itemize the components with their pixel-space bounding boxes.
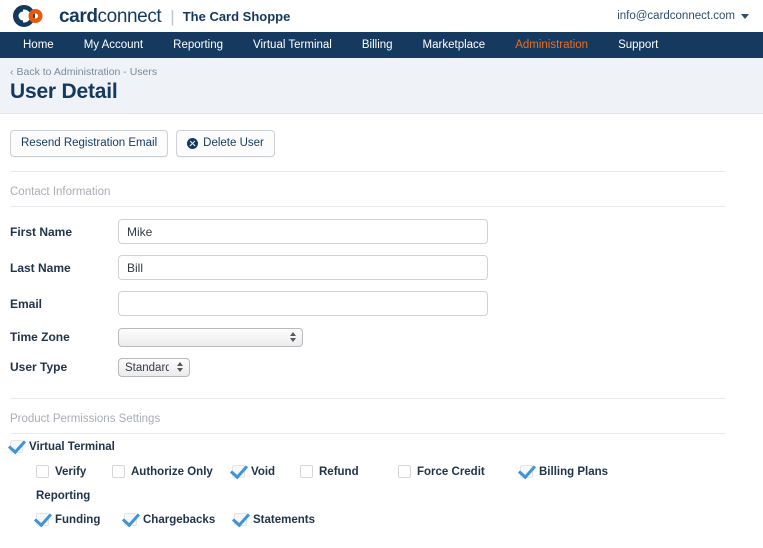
first-name-input[interactable] bbox=[118, 219, 488, 244]
email-input[interactable] bbox=[118, 291, 488, 316]
nav-item-home[interactable]: Home bbox=[8, 32, 69, 58]
timezone-select-wrap bbox=[118, 327, 303, 347]
timezone-row: Time Zone bbox=[10, 327, 725, 347]
checkbox-virtual-terminal[interactable]: Virtual Terminal bbox=[10, 440, 115, 453]
checkbox-funding-label: Funding bbox=[55, 513, 101, 526]
resend-registration-email-button[interactable]: Resend Registration Email bbox=[10, 130, 169, 157]
contact-information-form: First Name Last Name Email Time Zone Use… bbox=[10, 207, 725, 377]
brand-divider: | bbox=[170, 6, 175, 26]
checkbox-verify-label: Verify bbox=[55, 465, 87, 478]
usertype-row: User Type Standard bbox=[10, 358, 725, 377]
checkbox-void-label: Void bbox=[251, 465, 276, 478]
nav-item-administration[interactable]: Administration bbox=[500, 32, 603, 58]
nav-item-billing[interactable]: Billing bbox=[347, 32, 408, 58]
x-circle-icon bbox=[187, 137, 199, 149]
checkbox-verify[interactable]: Verify bbox=[36, 465, 102, 478]
account-menu[interactable]: info@cardconnect.com bbox=[617, 10, 749, 22]
virtual-terminal-child-permissions: Verify Authorize Only Void Refund Force … bbox=[10, 465, 725, 478]
checkbox-authorize-only-label: Authorize Only bbox=[131, 465, 213, 478]
breadcrumb-back-link[interactable]: ‹ Back to Administration - Users bbox=[10, 66, 763, 78]
email-label: Email bbox=[10, 296, 43, 311]
unchecked-box-icon bbox=[36, 465, 49, 478]
nav-item-support[interactable]: Support bbox=[603, 32, 673, 58]
chevron-left-icon: ‹ bbox=[10, 66, 14, 78]
email-row: Email bbox=[10, 291, 725, 316]
usertype-select[interactable]: Standard bbox=[118, 358, 190, 377]
checkbox-funding[interactable]: Funding bbox=[36, 513, 124, 526]
nav-item-reporting[interactable]: Reporting bbox=[158, 32, 238, 58]
check-icon bbox=[234, 513, 247, 526]
checkbox-billing-plans-label: Billing Plans bbox=[539, 465, 609, 478]
check-icon bbox=[10, 440, 23, 453]
nav-item-marketplace[interactable]: Marketplace bbox=[408, 32, 501, 58]
checkbox-statements[interactable]: Statements bbox=[234, 513, 315, 526]
product-permissions-section-label: Product Permissions Settings bbox=[10, 413, 161, 425]
top-bar: cardconnect | The Card Shoppe info@cardc… bbox=[0, 0, 763, 32]
cardconnect-logo-icon bbox=[13, 5, 43, 27]
logo-word-card: card bbox=[59, 5, 98, 27]
check-icon bbox=[36, 513, 49, 526]
page-header-band: ‹ Back to Administration - Users User Det… bbox=[0, 58, 763, 114]
check-icon bbox=[520, 465, 533, 478]
checkbox-authorize-only[interactable]: Authorize Only bbox=[112, 465, 232, 478]
logo-wordmark: cardconnect bbox=[59, 5, 162, 27]
timezone-select[interactable] bbox=[118, 327, 303, 347]
page-title: User Detail bbox=[10, 80, 118, 103]
logo-word-connect: connect bbox=[97, 5, 162, 27]
page-content: Resend Registration Email Delete User Co… bbox=[0, 114, 763, 526]
checkbox-virtual-terminal-label: Virtual Terminal bbox=[29, 440, 115, 453]
permission-virtual-terminal-row: Virtual Terminal bbox=[10, 440, 725, 453]
reporting-child-permissions: Funding Chargebacks Statements bbox=[10, 513, 725, 526]
checkbox-refund-label: Refund bbox=[319, 465, 359, 478]
checkbox-chargebacks[interactable]: Chargebacks bbox=[124, 513, 234, 526]
checkbox-void[interactable]: Void bbox=[232, 465, 300, 478]
action-button-row: Resend Registration Email Delete User bbox=[10, 114, 725, 171]
account-email: info@cardconnect.com bbox=[617, 10, 735, 22]
contact-information-section-label: Contact Information bbox=[10, 186, 111, 198]
tenant-name: The Card Shoppe bbox=[182, 8, 291, 24]
timezone-label: Time Zone bbox=[10, 329, 70, 344]
usertype-select-wrap: Standard bbox=[118, 358, 190, 377]
product-permissions-settings: Virtual Terminal Verify Authorize Only V… bbox=[10, 434, 725, 526]
unchecked-box-icon bbox=[300, 465, 313, 478]
checkbox-billing-plans[interactable]: Billing Plans bbox=[520, 465, 608, 478]
delete-user-button[interactable]: Delete User bbox=[176, 130, 275, 157]
last-name-input[interactable] bbox=[118, 255, 488, 280]
main-navigation: Home My Account Reporting Virtual Termin… bbox=[0, 32, 763, 58]
checkbox-statements-label: Statements bbox=[253, 513, 315, 526]
unchecked-box-icon bbox=[398, 465, 411, 478]
checkbox-chargebacks-label: Chargebacks bbox=[143, 513, 216, 526]
first-name-row: First Name bbox=[10, 219, 725, 244]
check-icon bbox=[232, 465, 245, 478]
delete-user-label: Delete User bbox=[203, 137, 264, 149]
nav-item-virtual-terminal[interactable]: Virtual Terminal bbox=[238, 32, 347, 58]
first-name-label: First Name bbox=[10, 224, 73, 239]
checkbox-force-credit[interactable]: Force Credit bbox=[398, 465, 500, 478]
usertype-label: User Type bbox=[10, 360, 68, 375]
last-name-row: Last Name bbox=[10, 255, 725, 280]
resend-registration-email-label: Resend Registration Email bbox=[21, 137, 158, 149]
brand-logo[interactable]: cardconnect bbox=[12, 5, 162, 27]
breadcrumb-label: Back to Administration - Users bbox=[16, 66, 158, 78]
checkbox-refund[interactable]: Refund bbox=[300, 465, 382, 478]
reporting-group-label: Reporting bbox=[36, 490, 91, 502]
unchecked-box-icon bbox=[112, 465, 125, 478]
nav-item-my-account[interactable]: My Account bbox=[69, 32, 158, 58]
checkbox-force-credit-label: Force Credit bbox=[417, 465, 485, 478]
last-name-label: Last Name bbox=[10, 260, 71, 275]
check-icon bbox=[124, 513, 137, 526]
chevron-down-icon bbox=[741, 13, 749, 19]
